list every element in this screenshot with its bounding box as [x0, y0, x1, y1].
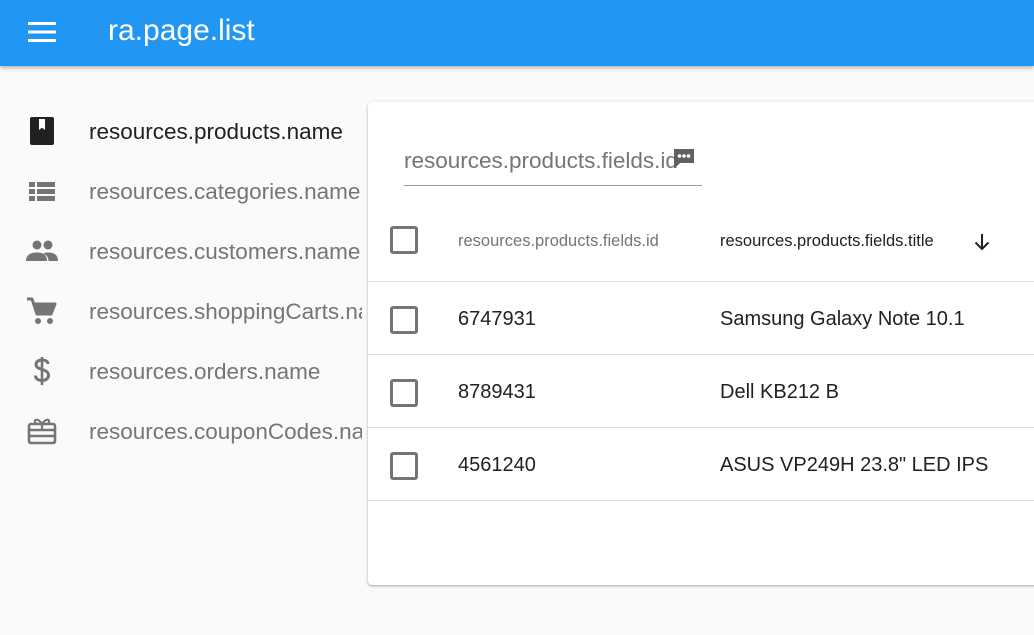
divider: [368, 500, 1034, 501]
table-row[interactable]: 6747931 Samsung Galaxy Note 10.1: [368, 282, 1034, 354]
sidebar-item-label: resources.orders.name: [89, 359, 321, 384]
cell-title: Samsung Galaxy Note 10.1: [720, 308, 965, 330]
sidebar-item-label: resources.couponCodes.name: [89, 419, 362, 444]
card-giftcard-icon: [26, 415, 58, 447]
cell-id: 6747931: [458, 308, 536, 330]
column-header-title[interactable]: resources.products.fields.title: [720, 232, 934, 251]
cell-id: 8789431: [458, 381, 536, 403]
row-checkbox[interactable]: [390, 306, 418, 334]
shopping-cart-icon: [26, 295, 58, 327]
arrow-downward-icon[interactable]: [972, 231, 992, 253]
bookmark-icon: [26, 115, 58, 147]
sidebar-item-categories[interactable]: resources.categories.name: [0, 162, 362, 222]
row-checkbox[interactable]: [390, 452, 418, 480]
sidebar-item-shopping-carts[interactable]: resources.shoppingCarts.name: [0, 282, 362, 342]
people-icon: [26, 235, 58, 267]
sidebar-item-coupon-codes[interactable]: resources.couponCodes.name: [0, 402, 362, 462]
view-list-icon: [26, 175, 58, 207]
sidebar-item-label: resources.shoppingCarts.name: [89, 299, 362, 324]
sidebar-item-label: resources.categories.name: [89, 179, 361, 204]
filter-label: resources.products.fields.id: [404, 148, 678, 173]
sidebar-item-label: resources.products.name: [89, 119, 343, 144]
dollar-icon: [26, 355, 58, 387]
sidebar-item-products[interactable]: resources.products.name: [0, 102, 362, 162]
app-bar: ra.page.list: [0, 0, 1034, 66]
row-checkbox[interactable]: [390, 379, 418, 407]
table-row[interactable]: 8789431 Dell KB212 B: [368, 355, 1034, 427]
sidebar-item-customers[interactable]: resources.customers.name: [0, 222, 362, 282]
column-header-id[interactable]: resources.products.fields.id: [458, 232, 659, 251]
id-filter-field[interactable]: resources.products.fields.id: [404, 144, 702, 186]
cell-id: 4561240: [458, 454, 536, 476]
menu-icon: [28, 22, 56, 42]
menu-button[interactable]: [28, 14, 80, 50]
cell-title: Dell KB212 B: [720, 381, 839, 403]
sidebar-item-orders[interactable]: resources.orders.name: [0, 342, 362, 402]
comment-icon[interactable]: [671, 146, 697, 172]
cell-title: ASUS VP249H 23.8" LED IPS: [720, 454, 989, 476]
list-card: resources.products.fields.id resources.p…: [368, 102, 1034, 585]
table-row[interactable]: 4561240 ASUS VP249H 23.8" LED IPS: [368, 428, 1034, 500]
select-all-checkbox[interactable]: [390, 226, 418, 254]
page-title: ra.page.list: [108, 14, 255, 47]
sidebar: resources.products.name resources.catego…: [0, 102, 362, 462]
sidebar-item-label: resources.customers.name: [89, 239, 361, 264]
